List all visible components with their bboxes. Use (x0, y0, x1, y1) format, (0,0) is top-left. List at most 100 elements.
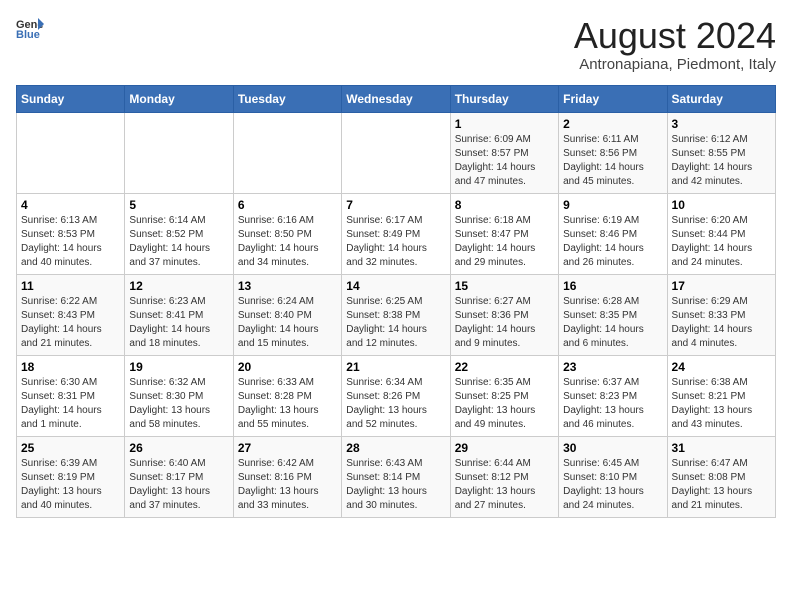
week-row-4: 25Sunrise: 6:39 AM Sunset: 8:19 PM Dayli… (17, 436, 776, 517)
calendar-table: Sunday Monday Tuesday Wednesday Thursday… (16, 85, 776, 518)
day-info: Sunrise: 6:14 AM Sunset: 8:52 PM Dayligh… (129, 214, 228, 270)
logo-icon: General Blue (16, 16, 44, 38)
day-info: Sunrise: 6:19 AM Sunset: 8:46 PM Dayligh… (563, 214, 662, 270)
day-number: 15 (455, 279, 554, 293)
day-number: 24 (672, 360, 771, 374)
header: General Blue August 2024 Antronapiana, P… (16, 16, 776, 73)
day-cell-w4-d2: 27 Sunrise: 6:42 AM Sunset: 8:16 PM Dayli… (233, 436, 341, 517)
day-info: Sunrise: 6:43 AM Sunset: 8:14 PM Dayligh… (346, 457, 445, 513)
day-cell-w0-d4: 1 Sunrise: 6:09 AM Sunset: 8:57 PM Daylig… (450, 112, 558, 193)
day-cell-w3-d1: 19 Sunrise: 6:32 AM Sunset: 8:30 PM Dayli… (125, 355, 233, 436)
day-number: 27 (238, 441, 337, 455)
week-row-0: 1 Sunrise: 6:09 AM Sunset: 8:57 PM Daylig… (17, 112, 776, 193)
calendar-body: 1 Sunrise: 6:09 AM Sunset: 8:57 PM Daylig… (17, 112, 776, 517)
header-saturday: Saturday (667, 85, 775, 112)
subtitle: Antronapiana, Piedmont, Italy (574, 56, 776, 73)
day-info: Sunrise: 6:13 AM Sunset: 8:53 PM Dayligh… (21, 214, 120, 270)
day-info: Sunrise: 6:25 AM Sunset: 8:38 PM Dayligh… (346, 295, 445, 351)
header-tuesday: Tuesday (233, 85, 341, 112)
day-cell-w0-d1 (125, 112, 233, 193)
day-number: 13 (238, 279, 337, 293)
week-row-1: 4 Sunrise: 6:13 AM Sunset: 8:53 PM Daylig… (17, 193, 776, 274)
day-info: Sunrise: 6:24 AM Sunset: 8:40 PM Dayligh… (238, 295, 337, 351)
day-info: Sunrise: 6:37 AM Sunset: 8:23 PM Dayligh… (563, 376, 662, 432)
day-number: 31 (672, 441, 771, 455)
day-cell-w1-d3: 7 Sunrise: 6:17 AM Sunset: 8:49 PM Daylig… (342, 193, 450, 274)
day-number: 30 (563, 441, 662, 455)
day-cell-w2-d5: 16Sunrise: 6:28 AM Sunset: 8:35 PM Dayli… (559, 274, 667, 355)
calendar-header: Sunday Monday Tuesday Wednesday Thursday… (17, 85, 776, 112)
day-info: Sunrise: 6:39 AM Sunset: 8:19 PM Dayligh… (21, 457, 120, 513)
day-cell-w3-d6: 24Sunrise: 6:38 AM Sunset: 8:21 PM Dayli… (667, 355, 775, 436)
day-cell-w2-d6: 17 Sunrise: 6:29 AM Sunset: 8:33 PM Dayli… (667, 274, 775, 355)
day-info: Sunrise: 6:17 AM Sunset: 8:49 PM Dayligh… (346, 214, 445, 270)
day-number: 7 (346, 198, 445, 212)
day-info: Sunrise: 6:23 AM Sunset: 8:41 PM Dayligh… (129, 295, 228, 351)
day-number: 14 (346, 279, 445, 293)
day-cell-w1-d5: 9 Sunrise: 6:19 AM Sunset: 8:46 PM Daylig… (559, 193, 667, 274)
week-row-2: 11Sunrise: 6:22 AM Sunset: 8:43 PM Dayli… (17, 274, 776, 355)
day-info: Sunrise: 6:12 AM Sunset: 8:55 PM Dayligh… (672, 133, 771, 189)
day-number: 4 (21, 198, 120, 212)
day-number: 26 (129, 441, 228, 455)
day-number: 17 (672, 279, 771, 293)
day-info: Sunrise: 6:30 AM Sunset: 8:31 PM Dayligh… (21, 376, 120, 432)
header-monday: Monday (125, 85, 233, 112)
logo: General Blue (16, 16, 44, 38)
day-number: 19 (129, 360, 228, 374)
day-info: Sunrise: 6:09 AM Sunset: 8:57 PM Dayligh… (455, 133, 554, 189)
day-info: Sunrise: 6:27 AM Sunset: 8:36 PM Dayligh… (455, 295, 554, 351)
day-number: 10 (672, 198, 771, 212)
day-info: Sunrise: 6:47 AM Sunset: 8:08 PM Dayligh… (672, 457, 771, 513)
day-cell-w2-d3: 14 Sunrise: 6:25 AM Sunset: 8:38 PM Dayli… (342, 274, 450, 355)
day-cell-w4-d1: 26 Sunrise: 6:40 AM Sunset: 8:17 PM Dayli… (125, 436, 233, 517)
day-info: Sunrise: 6:11 AM Sunset: 8:56 PM Dayligh… (563, 133, 662, 189)
day-number: 22 (455, 360, 554, 374)
day-number: 8 (455, 198, 554, 212)
day-cell-w2-d2: 13 Sunrise: 6:24 AM Sunset: 8:40 PM Dayli… (233, 274, 341, 355)
day-info: Sunrise: 6:42 AM Sunset: 8:16 PM Dayligh… (238, 457, 337, 513)
day-cell-w0-d0 (17, 112, 125, 193)
day-number: 2 (563, 117, 662, 131)
day-number: 9 (563, 198, 662, 212)
day-cell-w0-d3 (342, 112, 450, 193)
day-info: Sunrise: 6:16 AM Sunset: 8:50 PM Dayligh… (238, 214, 337, 270)
main-title: August 2024 (574, 16, 776, 56)
day-info: Sunrise: 6:18 AM Sunset: 8:47 PM Dayligh… (455, 214, 554, 270)
header-row: Sunday Monday Tuesday Wednesday Thursday… (17, 85, 776, 112)
day-info: Sunrise: 6:34 AM Sunset: 8:26 PM Dayligh… (346, 376, 445, 432)
day-cell-w2-d1: 12Sunrise: 6:23 AM Sunset: 8:41 PM Dayli… (125, 274, 233, 355)
day-number: 18 (21, 360, 120, 374)
header-thursday: Thursday (450, 85, 558, 112)
header-sunday: Sunday (17, 85, 125, 112)
day-number: 6 (238, 198, 337, 212)
day-cell-w1-d0: 4 Sunrise: 6:13 AM Sunset: 8:53 PM Daylig… (17, 193, 125, 274)
day-cell-w3-d5: 23Sunrise: 6:37 AM Sunset: 8:23 PM Dayli… (559, 355, 667, 436)
day-number: 3 (672, 117, 771, 131)
day-info: Sunrise: 6:40 AM Sunset: 8:17 PM Dayligh… (129, 457, 228, 513)
day-cell-w3-d4: 22 Sunrise: 6:35 AM Sunset: 8:25 PM Dayli… (450, 355, 558, 436)
day-cell-w4-d0: 25Sunrise: 6:39 AM Sunset: 8:19 PM Dayli… (17, 436, 125, 517)
day-info: Sunrise: 6:32 AM Sunset: 8:30 PM Dayligh… (129, 376, 228, 432)
day-cell-w1-d4: 8 Sunrise: 6:18 AM Sunset: 8:47 PM Daylig… (450, 193, 558, 274)
day-info: Sunrise: 6:35 AM Sunset: 8:25 PM Dayligh… (455, 376, 554, 432)
day-number: 1 (455, 117, 554, 131)
day-cell-w2-d4: 15 Sunrise: 6:27 AM Sunset: 8:36 PM Dayli… (450, 274, 558, 355)
day-cell-w4-d6: 31 Sunrise: 6:47 AM Sunset: 8:08 PM Dayli… (667, 436, 775, 517)
day-info: Sunrise: 6:45 AM Sunset: 8:10 PM Dayligh… (563, 457, 662, 513)
day-info: Sunrise: 6:22 AM Sunset: 8:43 PM Dayligh… (21, 295, 120, 351)
title-area: August 2024 Antronapiana, Piedmont, Ital… (574, 16, 776, 73)
day-number: 20 (238, 360, 337, 374)
day-number: 28 (346, 441, 445, 455)
day-number: 21 (346, 360, 445, 374)
day-cell-w0-d2 (233, 112, 341, 193)
day-info: Sunrise: 6:29 AM Sunset: 8:33 PM Dayligh… (672, 295, 771, 351)
day-info: Sunrise: 6:33 AM Sunset: 8:28 PM Dayligh… (238, 376, 337, 432)
day-number: 29 (455, 441, 554, 455)
svg-text:Blue: Blue (16, 29, 40, 38)
day-info: Sunrise: 6:20 AM Sunset: 8:44 PM Dayligh… (672, 214, 771, 270)
day-info: Sunrise: 6:28 AM Sunset: 8:35 PM Dayligh… (563, 295, 662, 351)
day-cell-w4-d4: 29Sunrise: 6:44 AM Sunset: 8:12 PM Dayli… (450, 436, 558, 517)
day-cell-w4-d5: 30 Sunrise: 6:45 AM Sunset: 8:10 PM Dayli… (559, 436, 667, 517)
day-cell-w0-d5: 2 Sunrise: 6:11 AM Sunset: 8:56 PM Daylig… (559, 112, 667, 193)
